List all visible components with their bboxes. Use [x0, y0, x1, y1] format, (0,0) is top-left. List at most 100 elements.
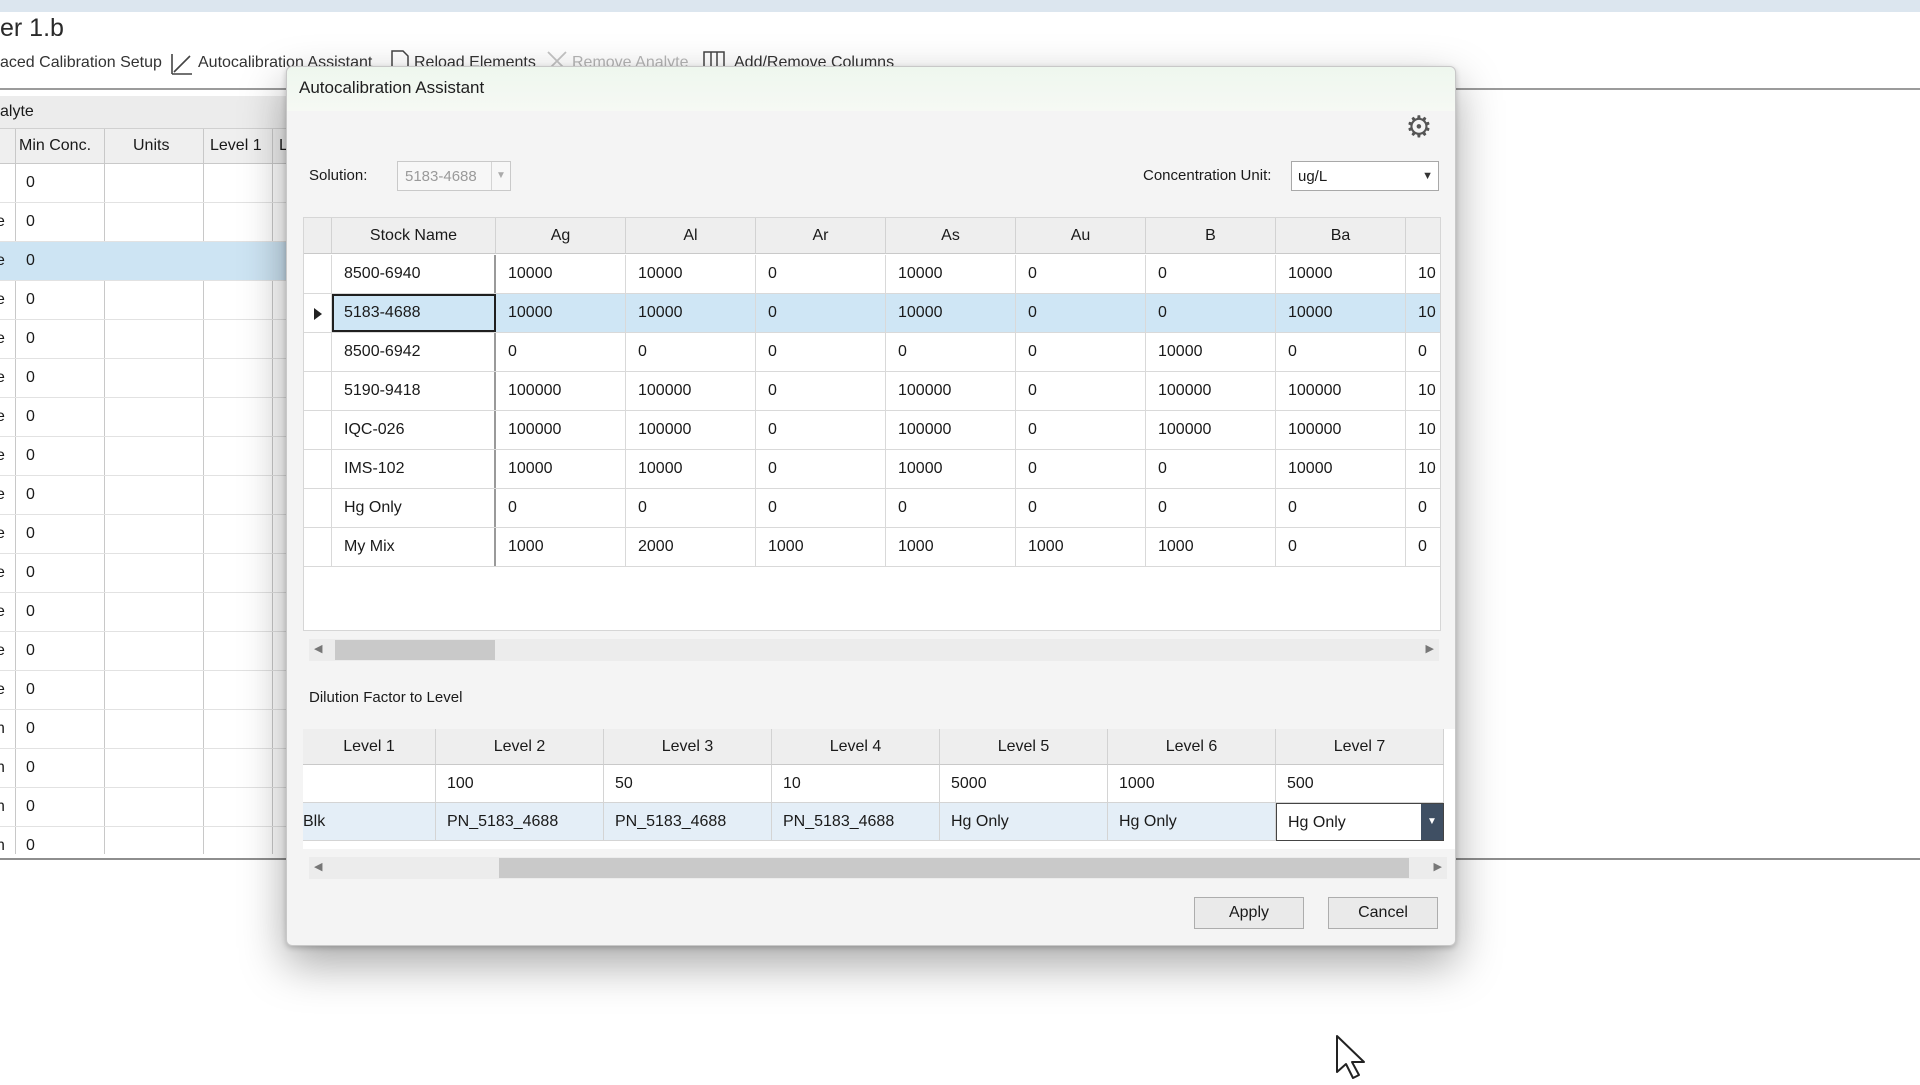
stock-assignment-cell[interactable]: PN_5183_4688 — [604, 803, 772, 841]
table-row[interactable]: e0 — [0, 671, 290, 710]
concentration-cell[interactable]: 10000 — [886, 255, 1016, 293]
dilution-header-level-5[interactable]: Level 5 — [940, 729, 1108, 765]
dilution-factor-cell[interactable]: 50 — [604, 765, 772, 803]
cancel-button[interactable]: Cancel — [1328, 897, 1438, 929]
dilution-header-level-1[interactable]: Level 1 — [303, 729, 436, 765]
row-header[interactable] — [304, 255, 332, 293]
table-row[interactable]: e0 — [0, 398, 290, 437]
table-row[interactable]: Hg Only00000000 — [304, 489, 1440, 528]
dilution-header-level-4[interactable]: Level 4 — [772, 729, 940, 765]
apply-button[interactable]: Apply — [1194, 897, 1304, 929]
min-conc-cell[interactable]: 0 — [26, 681, 35, 699]
concentration-cell[interactable]: 100000 — [886, 411, 1016, 449]
header-level-1[interactable]: Level 1 — [210, 137, 262, 155]
concentration-cell[interactable]: 100000 — [1146, 411, 1276, 449]
header-min-conc[interactable]: Min Conc. — [19, 137, 91, 155]
concentration-cell[interactable]: 100000 — [1276, 411, 1406, 449]
concentration-cell[interactable]: 100000 — [1146, 372, 1276, 410]
concentration-cell[interactable]: 0 — [1406, 333, 1441, 371]
concentration-cell[interactable]: 10 — [1406, 372, 1441, 410]
scroll-right-arrow-icon[interactable]: ▶ — [1426, 642, 1434, 655]
stock-grid-header-ar[interactable]: Ar — [756, 218, 886, 254]
stock-name-cell[interactable]: IMS-102 — [332, 450, 496, 488]
concentration-cell[interactable]: 0 — [1016, 255, 1146, 293]
concentration-cell[interactable]: 100000 — [1276, 372, 1406, 410]
stock-name-cell[interactable]: 5190-9418 — [332, 372, 496, 410]
dilution-factor-cell[interactable] — [303, 765, 436, 803]
dilution-header-level-2[interactable]: Level 2 — [436, 729, 604, 765]
table-row[interactable]: IMS-1021000010000010000001000010 — [304, 450, 1440, 489]
concentration-cell[interactable]: 0 — [496, 489, 626, 527]
row-header[interactable] — [304, 489, 332, 527]
dilution-factor-cell[interactable]: 500 — [1276, 765, 1444, 803]
concentration-cell[interactable]: 0 — [1146, 255, 1276, 293]
concentration-cell[interactable]: 0 — [756, 333, 886, 371]
concentration-cell[interactable]: 2000 — [626, 528, 756, 566]
row-header[interactable] — [304, 411, 332, 449]
table-row[interactable]: 5183-46881000010000010000001000010 — [304, 294, 1440, 333]
concentration-cell[interactable]: 10000 — [1276, 294, 1406, 332]
concentration-cell[interactable]: 10 — [1406, 450, 1441, 488]
concentration-cell[interactable]: 0 — [1276, 489, 1406, 527]
table-row[interactable]: n0 — [0, 710, 290, 749]
table-row[interactable]: e0 — [0, 437, 290, 476]
concentration-cell[interactable]: 0 — [1406, 528, 1441, 566]
table-row[interactable]: 5190-94181000001000000100000010000010000… — [304, 372, 1440, 411]
concentration-cell[interactable]: 1000 — [496, 528, 626, 566]
table-row[interactable]: e0 — [0, 632, 290, 671]
concentration-cell[interactable]: 1000 — [756, 528, 886, 566]
min-conc-cell[interactable]: 0 — [26, 642, 35, 660]
solution-select[interactable]: 5183-4688 ▼ — [397, 161, 511, 191]
concentration-cell[interactable]: 10000 — [886, 294, 1016, 332]
concentration-cell[interactable]: 0 — [496, 333, 626, 371]
concentration-cell[interactable]: 0 — [756, 294, 886, 332]
stock-name-cell[interactable]: My Mix — [332, 528, 496, 566]
stock-grid-header-ag[interactable]: Ag — [496, 218, 626, 254]
concentration-cell[interactable]: 0 — [756, 489, 886, 527]
table-row[interactable]: e0 — [0, 203, 290, 242]
chevron-down-icon[interactable]: ▼ — [1421, 804, 1443, 840]
min-conc-cell[interactable]: 0 — [26, 330, 35, 348]
concentration-cell[interactable]: 10000 — [626, 255, 756, 293]
concentration-cell[interactable]: 10 — [1406, 255, 1441, 293]
table-row[interactable]: e0 — [0, 281, 290, 320]
gear-icon[interactable]: ⚙ — [1402, 111, 1436, 145]
concentration-cell[interactable]: 0 — [1016, 450, 1146, 488]
min-conc-cell[interactable]: 0 — [26, 486, 35, 504]
table-row[interactable]: e0 — [0, 242, 290, 281]
stock-grid-header-partial[interactable] — [1406, 218, 1441, 254]
table-row[interactable]: :0 — [0, 164, 290, 203]
row-header[interactable] — [304, 294, 332, 332]
stock-assignment-cell[interactable]: Hg Only — [1108, 803, 1276, 841]
scroll-thumb[interactable] — [335, 640, 495, 660]
table-row[interactable]: n0 — [0, 827, 290, 854]
advanced-calibration-setup-button[interactable]: aced Calibration Setup — [0, 54, 162, 72]
table-row[interactable]: My Mix10002000100010001000100000 — [304, 528, 1440, 567]
table-row[interactable]: e0 — [0, 593, 290, 632]
concentration-cell[interactable]: 0 — [1016, 372, 1146, 410]
min-conc-cell[interactable]: 0 — [26, 213, 35, 231]
scroll-right-arrow-icon[interactable]: ▶ — [1434, 860, 1442, 873]
concentration-cell[interactable]: 0 — [1146, 294, 1276, 332]
min-conc-cell[interactable]: 0 — [26, 174, 35, 192]
concentration-cell[interactable]: 10000 — [886, 450, 1016, 488]
scroll-left-arrow-icon[interactable]: ◀ — [314, 642, 322, 655]
stock-grid-hscrollbar[interactable]: ◀ ▶ — [309, 639, 1439, 661]
dilution-factor-cell[interactable]: 5000 — [940, 765, 1108, 803]
dilution-header-level-7[interactable]: Level 7 — [1276, 729, 1444, 765]
concentration-cell[interactable]: 0 — [886, 489, 1016, 527]
concentration-cell[interactable]: 0 — [1276, 333, 1406, 371]
stock-name-cell[interactable]: 8500-6940 — [332, 255, 496, 293]
stock-grid-header-b[interactable]: B — [1146, 218, 1276, 254]
min-conc-cell[interactable]: 0 — [26, 564, 35, 582]
table-row[interactable]: n0 — [0, 749, 290, 788]
min-conc-cell[interactable]: 0 — [26, 252, 35, 270]
row-header[interactable] — [304, 450, 332, 488]
concentration-cell[interactable]: 0 — [1406, 489, 1441, 527]
stock-name-cell[interactable]: 5183-4688 — [332, 294, 496, 332]
concentration-cell[interactable]: 10000 — [1276, 450, 1406, 488]
table-row[interactable]: n0 — [0, 788, 290, 827]
table-row[interactable]: e0 — [0, 554, 290, 593]
concentration-cell[interactable]: 0 — [1016, 333, 1146, 371]
concentration-cell[interactable]: 100000 — [626, 411, 756, 449]
